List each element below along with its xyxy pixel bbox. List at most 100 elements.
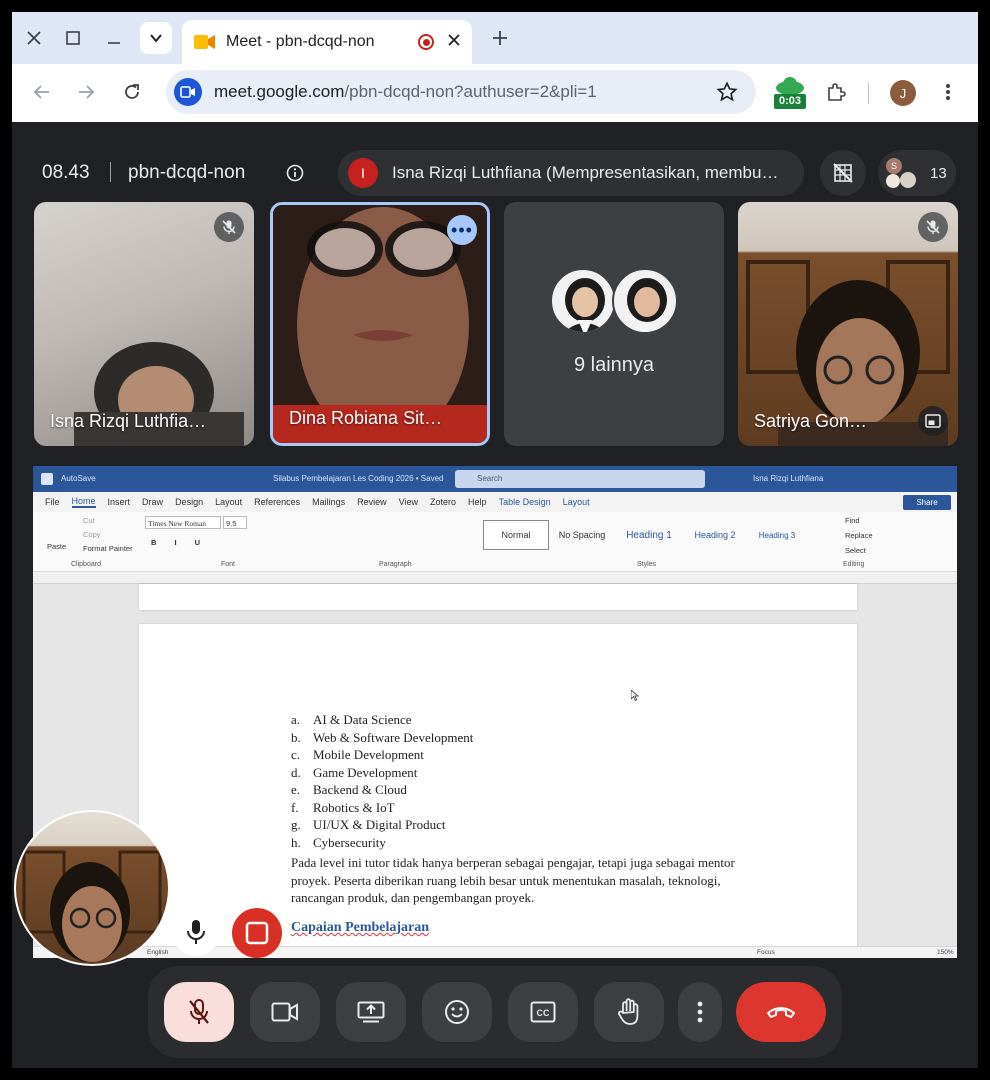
new-tab-icon[interactable] [484,22,516,54]
ribbon-group-label: Styles [637,561,657,568]
participants-button[interactable]: S 13 [878,150,956,196]
presenting-indicator[interactable]: I Isna Rizqi Luthfiana (Mempresentasikan… [338,150,804,196]
picture-in-picture-icon[interactable] [918,406,948,436]
list-marker: e. [291,782,301,797]
close-window-icon[interactable] [18,22,50,54]
language-label: English [147,949,169,956]
style-heading-2: Heading 2 [694,530,736,540]
list-text: Mobile Development [313,747,424,762]
list-marker: g. [291,817,301,832]
mic-off-icon [189,999,209,1024]
browser-menu-icon[interactable] [932,76,964,108]
others-tile[interactable]: 9 lainnya [504,202,724,446]
list-item: f. Robotics & IoT [291,800,473,818]
address-bar[interactable]: meet.google.com/pbn-dcqd-non?authuser=2&… [166,70,756,114]
word-menu-item: Zotero [430,497,457,507]
word-status-bar: English Focus 150% [33,946,957,958]
tab-search-chevron-icon[interactable] [140,22,172,54]
list-marker: b. [291,729,301,745]
word-menu-item: References [254,497,301,507]
profile-avatar[interactable]: J [890,80,916,106]
reactions-button[interactable] [422,982,492,1042]
list-marker: d. [291,764,301,780]
word-title-bar: AutoSave Silabus Pembelajaran Les Coding… [33,466,957,492]
doc-topic-list: a. AI & Data Science b. Web & Software Dev… [291,712,473,852]
forward-icon[interactable] [70,76,102,108]
participant-avatar-photo [886,174,900,188]
participant-avatar-photo [612,268,678,334]
present-screen-button[interactable] [336,982,406,1042]
hang-up-phone-icon [767,1007,795,1018]
more-options-button[interactable] [678,982,722,1042]
participant-tile-dina[interactable]: ••• Dina Robiana Sit… [270,202,490,446]
screen-frame: Meet - pbn-dcqd-non meet.google.com/pbn-… [12,12,978,1068]
word-user-name: Isna Rizqi Luthfiana [753,474,824,483]
meeting-code: pbn-dcqd-non [128,162,246,183]
list-item: a. AI & Data Science [291,712,473,730]
list-item: g. UI/UX & Digital Product [291,817,473,835]
font-name-box: Times New Roman [145,516,221,529]
list-text: UI/UX & Digital Product [313,817,446,832]
recording-icon [418,34,434,50]
hide-layout-grid-icon[interactable] [820,150,866,196]
mic-toggle-button[interactable] [164,982,234,1042]
list-text: AI & Data Science [313,712,412,727]
stop-presenting-button[interactable] [232,908,282,958]
word-menu-item: View [398,497,419,507]
camera-toggle-button[interactable] [250,982,320,1042]
list-item: e. Backend & Cloud [291,782,473,800]
video-camera-site-icon[interactable] [174,78,202,106]
word-menu-bar: File Home Insert Draw Design Layout Refe… [33,492,957,512]
zoom-label: 150% [937,949,954,956]
mic-off-icon [214,212,244,242]
captions-button[interactable]: CC [508,982,578,1042]
minimize-window-icon[interactable] [98,22,130,54]
extensions-puzzle-icon[interactable] [820,76,852,108]
list-item: c. Mobile Development [291,747,473,765]
meet-top-bar: 08.43 pbn-dcqd-non I Isna Rizqi Luthfian… [12,122,978,202]
word-search-box: Search [455,470,705,488]
list-marker: a. [291,712,301,727]
ribbon-group-label: Font [221,561,236,568]
meeting-time: 08.43 [42,162,90,183]
participant-tile-satriya[interactable]: Satriya Gon… [738,202,958,446]
list-text: Web & Software Development [313,729,474,745]
word-page: a. AI & Data Science b. Web & Software Dev… [139,624,857,958]
maximize-window-icon[interactable] [57,22,89,54]
raise-hand-button[interactable] [594,982,664,1042]
tab-meet[interactable]: Meet - pbn-dcqd-non [182,20,472,64]
ribbon-group-label: Clipboard [71,561,101,568]
toolbar-divider [868,82,869,104]
self-view[interactable] [14,810,170,966]
extension-timer-badge[interactable]: 0:03 [774,76,806,110]
select-label: Select [845,546,866,555]
present-screen-icon [357,1001,385,1023]
word-menu-item: Layout [215,497,243,507]
reload-icon[interactable] [116,76,148,108]
paste-label: Paste [47,542,67,551]
participant-avatar-photo [550,268,616,334]
participant-name: Satriya Gon… [754,411,868,431]
doc-heading: Capaian Pembelajaran [291,920,430,935]
font-format-buttons: B I U [151,538,209,547]
tab-close-icon[interactable] [448,33,460,51]
list-text: Cybersecurity [313,834,386,850]
more-options-icon[interactable]: ••• [447,215,477,245]
self-view-mic-button[interactable] [172,908,220,956]
bookmark-star-icon[interactable] [716,81,738,108]
others-count-label: 9 lainnya [573,354,655,376]
video-camera-icon [271,1002,298,1022]
mouse-cursor-icon [630,688,640,706]
meeting-info-icon[interactable] [286,164,304,187]
word-page-previous [139,584,857,610]
self-video [22,850,162,962]
word-menu-item: Draw [142,497,164,507]
word-menu-item: Table Design [498,497,551,507]
list-marker: f. [291,799,299,815]
mic-off-icon [918,212,948,242]
participant-tile-isna[interactable]: Isna Rizqi Luthfia… [34,202,254,446]
word-app-icon [41,473,53,485]
leave-call-button[interactable] [736,982,826,1042]
word-menu-item: Layout [562,497,590,507]
back-icon[interactable] [26,76,58,108]
